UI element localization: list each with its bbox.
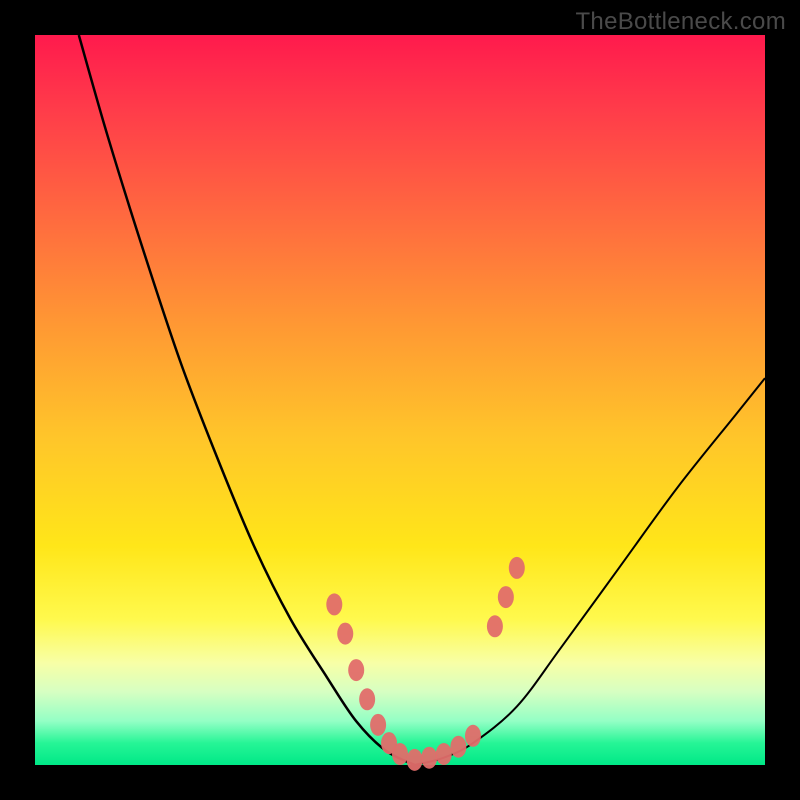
- chart-frame: TheBottleneck.com: [0, 0, 800, 800]
- valley-marker: [407, 749, 423, 771]
- left-branch-path: [79, 35, 415, 765]
- valley-marker: [392, 743, 408, 765]
- valley-marker: [487, 615, 503, 637]
- valley-marker: [421, 747, 437, 769]
- valley-marker: [465, 725, 481, 747]
- valley-marker: [337, 623, 353, 645]
- curve-left: [79, 35, 415, 765]
- valley-marker: [348, 659, 364, 681]
- curve-right: [415, 378, 765, 765]
- right-branch-path: [415, 378, 765, 765]
- valley-marker: [436, 743, 452, 765]
- valley-marker: [498, 586, 514, 608]
- chart-svg: [35, 35, 765, 765]
- watermark-text: TheBottleneck.com: [575, 8, 786, 36]
- plot-area: [35, 35, 765, 765]
- valley-markers: [326, 557, 525, 771]
- valley-marker: [509, 557, 525, 579]
- valley-marker: [450, 736, 466, 758]
- valley-marker: [370, 714, 386, 736]
- valley-marker: [359, 688, 375, 710]
- valley-marker: [326, 593, 342, 615]
